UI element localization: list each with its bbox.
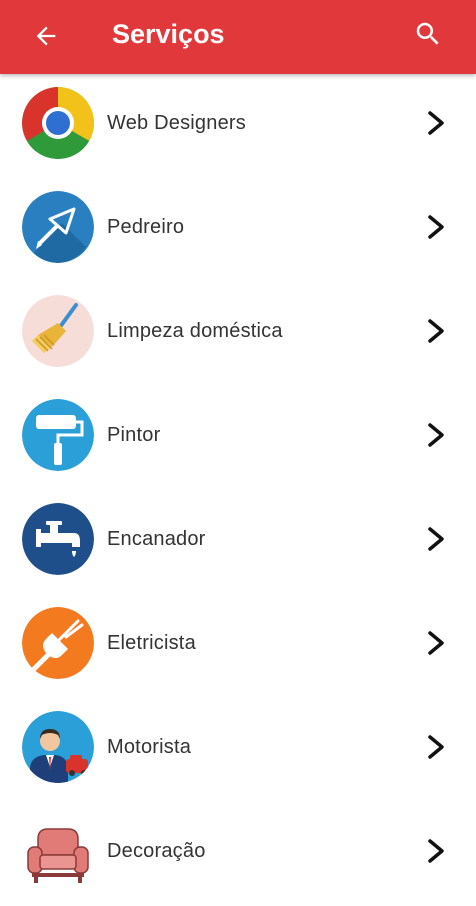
list-item-motorista[interactable]: Motorista [0,698,476,802]
chevron-right-icon [428,839,444,863]
chevron-right-icon [428,111,444,135]
list-item-label: Web Designers [107,112,246,134]
electric-plug-icon [22,607,94,679]
chevron-right-icon [428,423,444,447]
trowel-icon [22,191,94,263]
list-item-label: Pintor [107,424,161,446]
armchair-icon [22,815,94,887]
list-item-label: Limpeza doméstica [107,320,283,342]
arrow-back-icon [36,26,56,46]
search-button[interactable] [410,16,446,52]
list-item-label: Decoração [107,840,206,862]
broom-icon [22,295,94,367]
chevron-right-icon [428,631,444,655]
chevron-right-icon [428,319,444,343]
list-item-label: Encanador [107,528,206,550]
app-bar: Serviços [0,0,476,74]
chevron-right-icon [428,527,444,551]
faucet-icon [22,503,94,575]
list-item-pedreiro[interactable]: Pedreiro [0,178,476,282]
list-item-eletricista[interactable]: Eletricista [0,594,476,698]
services-list: Web Designers Pedreiro Limpeza doméstica… [0,74,476,906]
driver-icon [22,711,94,783]
search-icon [416,22,439,45]
chevron-right-icon [428,735,444,759]
paint-roller-icon [22,399,94,471]
list-item-label: Pedreiro [107,216,185,238]
list-item-label: Motorista [107,736,192,758]
page-title: Serviços [112,19,225,49]
list-item-pintor[interactable]: Pintor [0,386,476,490]
chrome-logo-icon [22,87,94,159]
list-item-limpeza-domestica[interactable]: Limpeza doméstica [0,282,476,386]
list-item-decoracao[interactable]: Decoração [0,802,476,906]
back-button[interactable] [28,18,64,54]
list-item-label: Eletricista [107,632,196,654]
list-item-encanador[interactable]: Encanador [0,490,476,594]
chevron-right-icon [428,215,444,239]
list-item-web-designers[interactable]: Web Designers [0,74,476,178]
